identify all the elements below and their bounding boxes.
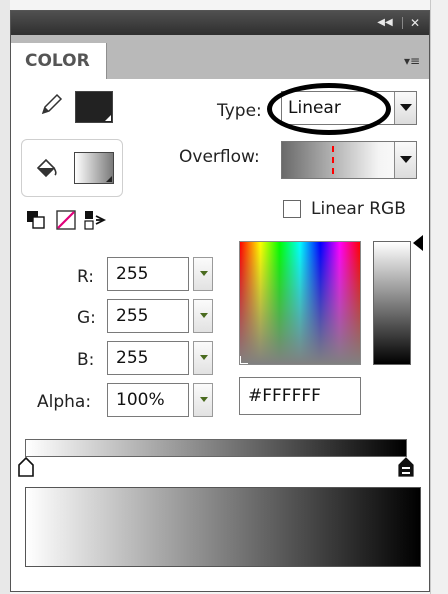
linear-rgb-checkbox[interactable]	[283, 200, 301, 218]
color-panel: ◀◀ ✕ COLOR ▾≡ Type: Linear Overflow: Lin…	[10, 10, 430, 592]
left-background-strip	[0, 0, 10, 594]
b-label: B:	[77, 350, 95, 370]
titlebar-divider	[402, 17, 403, 29]
paint-bucket-icon	[36, 158, 57, 178]
right-background-strip	[430, 0, 448, 594]
chevron-down-icon	[400, 156, 412, 163]
swatch-corner-icon	[106, 176, 112, 182]
fill-tool-tab[interactable]	[21, 139, 123, 197]
panel-menu-icon[interactable]: ▾≡	[401, 51, 423, 71]
r-input[interactable]: 255	[107, 257, 189, 291]
tab-color[interactable]: COLOR	[11, 43, 107, 79]
gradient-preview	[25, 487, 421, 567]
chevron-down-icon	[200, 397, 208, 402]
alpha-label: Alpha:	[37, 392, 92, 412]
swatch-corner-icon	[105, 115, 111, 121]
gradient-stop-left-icon[interactable]	[17, 457, 35, 477]
color-spectrum[interactable]	[239, 241, 361, 365]
pencil-icon	[41, 93, 63, 115]
overflow-dropdown-arrow[interactable]	[394, 142, 416, 178]
black-white-icon[interactable]	[25, 209, 47, 231]
type-dropdown[interactable]: Linear	[281, 91, 417, 125]
type-value: Linear	[288, 98, 341, 118]
alpha-input[interactable]: 100%	[107, 383, 189, 417]
b-stepper[interactable]	[193, 341, 213, 375]
g-input[interactable]: 255	[107, 299, 189, 333]
chevron-down-icon	[200, 313, 208, 318]
close-icon[interactable]: ✕	[407, 15, 423, 31]
g-stepper[interactable]	[193, 299, 213, 333]
gradient-stop-right-icon[interactable]	[397, 457, 415, 477]
picker-crosshair-icon	[240, 356, 248, 364]
no-color-icon[interactable]	[55, 209, 77, 231]
collapse-icon[interactable]: ◀◀	[375, 15, 395, 31]
chevron-down-icon	[200, 271, 208, 276]
panel-titlebar: ◀◀ ✕	[11, 11, 429, 35]
swap-colors-icon[interactable]	[83, 209, 107, 231]
type-dropdown-arrow[interactable]	[394, 92, 416, 124]
g-label: G:	[77, 308, 96, 328]
gradient-bar[interactable]	[25, 439, 407, 457]
r-label: R:	[77, 267, 95, 287]
alpha-stepper[interactable]	[193, 383, 213, 417]
brightness-slider-handle[interactable]	[413, 235, 423, 251]
stroke-color-swatch[interactable]	[75, 91, 113, 123]
chevron-down-icon	[400, 104, 412, 111]
fill-color-swatch[interactable]	[74, 152, 114, 184]
linear-rgb-label: Linear RGB	[311, 199, 406, 219]
r-stepper[interactable]	[193, 257, 213, 291]
hex-input[interactable]: #FFFFFF	[239, 377, 361, 415]
overflow-marker	[332, 146, 334, 174]
chevron-down-icon	[200, 355, 208, 360]
overflow-dropdown[interactable]	[281, 141, 417, 179]
type-label: Type:	[217, 101, 262, 121]
panel-tab-row: COLOR ▾≡	[11, 35, 429, 80]
brightness-slider[interactable]	[373, 241, 411, 365]
panel-content: Type: Linear Overflow: Linear RGB R: 255…	[11, 79, 429, 591]
overflow-label: Overflow:	[179, 147, 260, 167]
b-input[interactable]: 255	[107, 341, 189, 375]
